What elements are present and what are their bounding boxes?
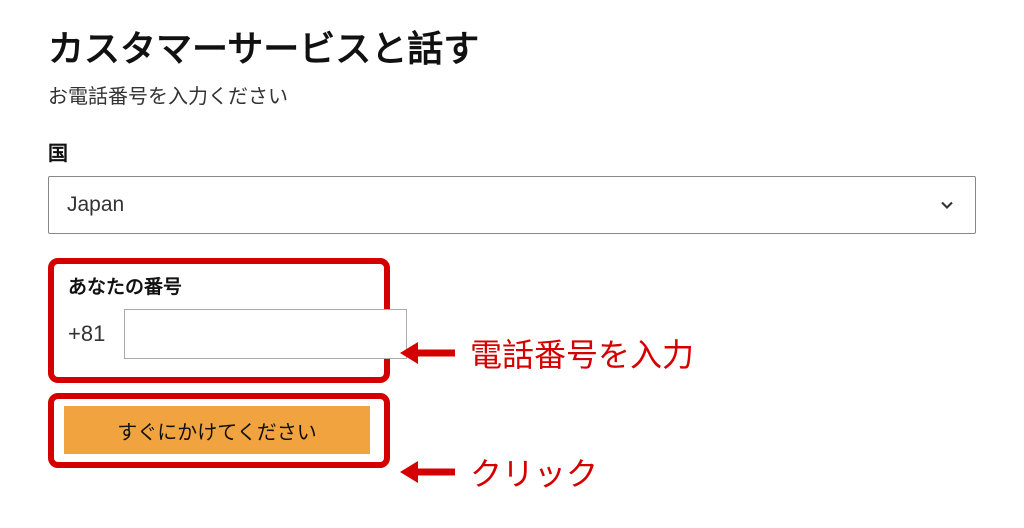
phone-prefix: +81 xyxy=(68,321,118,347)
chevron-down-icon xyxy=(937,195,957,215)
country-select[interactable]: Japan xyxy=(48,176,976,234)
phone-number-section: あなたの番号 +81 xyxy=(48,258,390,383)
country-label: 国 xyxy=(48,137,976,166)
page-subtitle: お電話番号を入力ください xyxy=(48,80,976,109)
phone-row: +81 xyxy=(68,309,366,359)
arrow-left-icon xyxy=(400,457,456,487)
annotation-click-help: クリック xyxy=(400,449,598,495)
page-title: カスタマーサービスと話す xyxy=(48,20,976,72)
annotation-phone-help: 電話番号を入力 xyxy=(400,330,694,376)
call-now-button[interactable]: すぐにかけてください xyxy=(64,406,378,454)
arrow-left-icon xyxy=(400,338,456,368)
country-selected-value: Japan xyxy=(67,193,124,217)
phone-label: あなたの番号 xyxy=(68,272,366,299)
annotation-phone-text: 電話番号を入力 xyxy=(470,330,694,376)
call-section: すぐにかけてください xyxy=(48,393,390,468)
phone-input[interactable] xyxy=(124,309,407,359)
annotation-click-text: クリック xyxy=(470,449,598,495)
